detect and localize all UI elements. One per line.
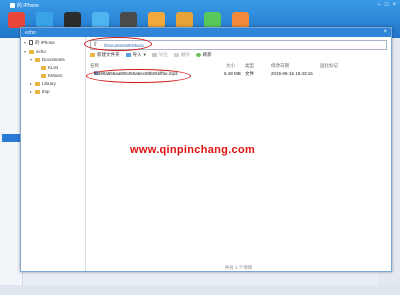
maximize-icon[interactable]: □	[385, 2, 389, 8]
import-button[interactable]: 导入 ▾	[125, 52, 146, 58]
column-type[interactable]: 类型	[245, 63, 254, 69]
app-title: 的 iPhone	[10, 2, 39, 9]
file-type: 文件	[245, 71, 254, 76]
expand-icon[interactable]: ▸	[29, 81, 33, 86]
folder-tree: ▾ 的 iPhone ▾ echo ▾ Documents KList KMusic ▸ Li…	[21, 37, 86, 271]
dropdown-icon[interactable]: ▾	[144, 52, 146, 58]
books-icon[interactable]	[176, 12, 193, 28]
expand-icon[interactable]: ▾	[23, 49, 27, 54]
tree-device[interactable]: ▾ 的 iPhone	[23, 39, 55, 46]
import-icon	[125, 53, 131, 57]
window-controls: – □ ×	[378, 2, 396, 8]
sidebar-row[interactable]	[2, 48, 20, 56]
tree-item[interactable]: KList	[35, 64, 58, 71]
tree-item[interactable]: ▸ tmp	[29, 88, 50, 95]
column-date[interactable]: 修改日期	[271, 63, 289, 69]
action-toolbar: 新建文件夹 导入 ▾ 导出 删除 刷新	[90, 51, 212, 59]
phone-icon	[29, 40, 33, 45]
column-name[interactable]: 名称	[90, 63, 99, 69]
annotation-oval-path	[84, 37, 152, 51]
folder-icon	[35, 81, 40, 86]
music-icon[interactable]	[64, 12, 81, 28]
wallpaper-icon[interactable]	[92, 12, 109, 28]
phone-icon	[10, 3, 15, 8]
tree-item[interactable]: ▾ Documents	[29, 56, 65, 63]
expand-icon[interactable]: ▸	[29, 89, 33, 94]
expand-icon[interactable]: ▾	[29, 57, 33, 62]
watermark: www.qinpinchang.com	[130, 144, 256, 156]
status-text: 共有 1 个项目	[224, 265, 253, 270]
tree-item[interactable]: ▸ Library	[29, 80, 56, 87]
folder-icon	[29, 49, 34, 54]
folder-icon	[35, 57, 40, 62]
tree-item[interactable]: KMusic	[35, 72, 63, 79]
store-icon[interactable]	[8, 12, 25, 28]
sidebar-row[interactable]	[2, 148, 20, 156]
dialog-close-icon[interactable]: ×	[383, 29, 387, 35]
file-size: 6.48 MB	[224, 71, 241, 76]
delete-button[interactable]: 删除	[173, 52, 190, 58]
refresh-icon	[195, 53, 201, 57]
more-icon[interactable]	[232, 12, 249, 28]
folder-icon	[35, 89, 40, 94]
column-flag[interactable]: 固化标记	[320, 63, 338, 69]
tree-item[interactable]: ▾ echo	[23, 48, 46, 55]
new-folder-button[interactable]: 新建文件夹	[90, 52, 120, 58]
refresh-button[interactable]: 刷新	[195, 52, 212, 58]
export-button[interactable]: 导出	[151, 52, 168, 58]
expand-icon[interactable]: ▾	[23, 40, 27, 45]
file-date: 2015-06-15 15:43:16	[271, 71, 313, 76]
background-status-bar	[0, 285, 400, 295]
games-icon[interactable]	[204, 12, 221, 28]
dialog-title: echo	[25, 30, 36, 36]
minimize-icon[interactable]: –	[378, 2, 381, 8]
video-icon[interactable]	[120, 12, 137, 28]
folder-icon	[41, 73, 46, 78]
annotation-oval-file	[86, 69, 191, 83]
dialog-titlebar: echo ×	[21, 28, 391, 37]
folder-icon	[90, 53, 95, 57]
sidebar-row-selected[interactable]	[2, 134, 20, 142]
apps-icon[interactable]	[148, 12, 165, 28]
photos-icon[interactable]	[36, 12, 53, 28]
delete-icon	[173, 53, 179, 57]
folder-icon	[41, 65, 46, 70]
close-icon[interactable]: ×	[392, 2, 396, 8]
column-size[interactable]: 大小	[226, 63, 235, 69]
export-icon	[151, 53, 157, 57]
sidebar-row[interactable]	[2, 76, 20, 84]
sidebar-row[interactable]	[2, 62, 20, 70]
